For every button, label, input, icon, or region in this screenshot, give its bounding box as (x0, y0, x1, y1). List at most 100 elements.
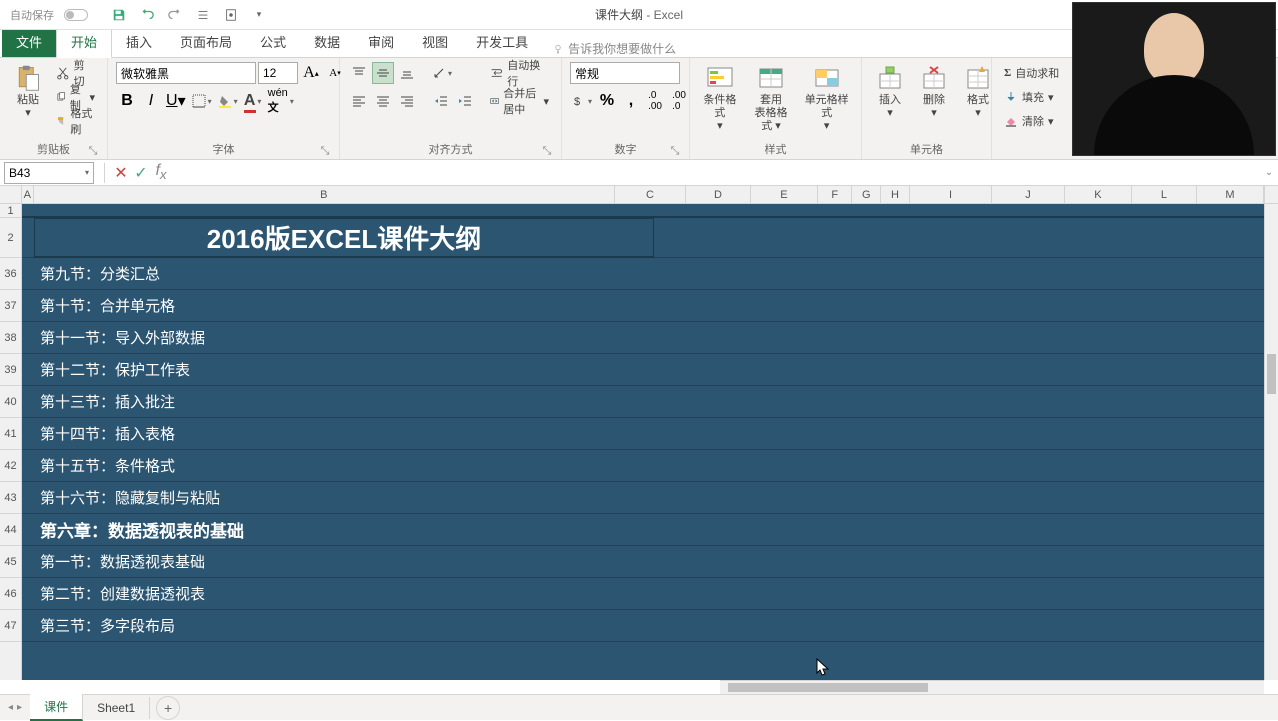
save-icon[interactable] (108, 4, 130, 26)
tab-review[interactable]: 审阅 (354, 26, 408, 57)
bold-button[interactable]: B (116, 90, 138, 112)
outline-row[interactable]: 第十节：合并单元格 (22, 290, 1264, 322)
cell-row[interactable] (22, 204, 1264, 218)
tab-pagelayout[interactable]: 页面布局 (166, 26, 246, 57)
increase-indent-icon[interactable] (454, 90, 476, 112)
col-header-B[interactable]: B (34, 186, 616, 203)
row-header-40[interactable]: 40 (0, 386, 21, 418)
font-name-select[interactable] (116, 62, 256, 84)
row-header-41[interactable]: 41 (0, 418, 21, 450)
outline-row[interactable]: 第二节：创建数据透视表 (22, 578, 1264, 610)
decrease-indent-icon[interactable] (430, 90, 452, 112)
col-header-A[interactable]: A (22, 186, 34, 203)
sheet-tab-2[interactable]: Sheet1 (83, 697, 150, 719)
tab-formulas[interactable]: 公式 (246, 26, 300, 57)
row-header-1[interactable]: 1 (0, 204, 21, 218)
outline-row[interactable]: 第十一节：导入外部数据 (22, 322, 1264, 354)
merge-center-button[interactable]: 合并后居中 ▾ (486, 90, 553, 112)
row-header-46[interactable]: 46 (0, 578, 21, 610)
name-box[interactable]: B43 (4, 162, 94, 184)
col-header-E[interactable]: E (751, 186, 818, 203)
confirm-icon[interactable]: ✓ (131, 163, 151, 183)
align-bottom-icon[interactable] (396, 62, 418, 84)
qat-list-icon[interactable] (192, 4, 214, 26)
col-header-H[interactable]: H (881, 186, 910, 203)
col-header-D[interactable]: D (686, 186, 751, 203)
orientation-icon[interactable] (430, 62, 454, 84)
sheet-nav-arrows[interactable]: ◂▸ (0, 702, 30, 713)
outline-row[interactable]: 第十四节：插入表格 (22, 418, 1264, 450)
paste-button[interactable]: 粘贴▾ (8, 62, 48, 122)
conditional-format-button[interactable]: 条件格式▾ (698, 62, 742, 136)
cells-grid[interactable]: 2016版EXCEL课件大纲 第九节：分类汇总第十节：合并单元格第十一节：导入外… (22, 204, 1264, 680)
horizontal-scrollbar[interactable] (720, 680, 1264, 694)
col-header-I[interactable]: I (910, 186, 992, 203)
align-center-icon[interactable] (372, 90, 394, 112)
column-headers[interactable]: ABCDEFGHIJKLM (22, 186, 1264, 204)
outline-row[interactable]: 第一节：数据透视表基础 (22, 546, 1264, 578)
col-header-F[interactable]: F (818, 186, 852, 203)
col-header-K[interactable]: K (1065, 186, 1132, 203)
align-middle-icon[interactable] (372, 62, 394, 84)
row-header-47[interactable]: 47 (0, 610, 21, 642)
outline-row[interactable]: 第十三节：插入批注 (22, 386, 1264, 418)
format-painter-button[interactable]: 格式刷 (52, 110, 99, 132)
select-all-triangle[interactable] (0, 186, 22, 204)
row-header-43[interactable]: 43 (0, 482, 21, 514)
tab-insert[interactable]: 插入 (112, 26, 166, 57)
italic-button[interactable]: I (140, 90, 162, 112)
outline-row[interactable]: 第十五节：条件格式 (22, 450, 1264, 482)
outline-title-cell[interactable]: 2016版EXCEL课件大纲 (34, 218, 654, 258)
qat-customize-icon[interactable]: ▾ (248, 4, 270, 26)
outline-row[interactable]: 第六章：数据透视表的基础 (22, 514, 1264, 546)
fx-icon[interactable]: fx (151, 163, 171, 183)
font-size-select[interactable] (258, 62, 298, 84)
font-color-button[interactable]: A (242, 90, 264, 112)
col-header-J[interactable]: J (992, 186, 1065, 203)
percent-icon[interactable]: % (596, 90, 618, 112)
split-handle[interactable] (1264, 186, 1278, 204)
cancel-icon[interactable]: ✕ (111, 163, 131, 183)
clipboard-launcher-icon[interactable]: ⤡ (87, 145, 99, 157)
expand-formula-icon[interactable]: ⌄ (1260, 167, 1278, 178)
number-format-select[interactable] (570, 62, 680, 84)
align-right-icon[interactable] (396, 90, 418, 112)
col-header-C[interactable]: C (615, 186, 686, 203)
row-header-2[interactable]: 2 (0, 218, 21, 258)
increase-font-icon[interactable]: A▴ (300, 62, 322, 84)
vertical-scrollbar[interactable] (1264, 204, 1278, 680)
currency-icon[interactable]: $ (570, 90, 594, 112)
cell-styles-button[interactable]: 单元格样式▾ (800, 62, 853, 136)
row-header-44[interactable]: 44 (0, 514, 21, 546)
sheet-tab-1[interactable]: 课件 (30, 694, 83, 721)
outline-row[interactable]: 第十六节：隐藏复制与粘贴 (22, 482, 1264, 514)
cell-row[interactable]: 2016版EXCEL课件大纲 (22, 218, 1264, 258)
row-header-42[interactable]: 42 (0, 450, 21, 482)
tab-data[interactable]: 数据 (300, 26, 354, 57)
insert-cells-button[interactable]: 插入▾ (870, 62, 910, 122)
row-header-39[interactable]: 39 (0, 354, 21, 386)
delete-cells-button[interactable]: 删除▾ (914, 62, 954, 122)
decrease-decimal-icon[interactable]: .00.0 (668, 90, 690, 112)
tab-developer[interactable]: 开发工具 (462, 26, 542, 57)
redo-icon[interactable] (164, 4, 186, 26)
format-table-button[interactable]: 套用 表格格式 ▾ (746, 62, 797, 136)
formula-input[interactable] (171, 162, 1260, 184)
phonetic-button[interactable]: wén文 (266, 90, 296, 112)
col-header-G[interactable]: G (852, 186, 881, 203)
wrap-text-button[interactable]: 自动换行 (486, 62, 553, 84)
row-headers[interactable]: 12363738394041424344454647 (0, 204, 22, 680)
tell-me-search[interactable]: 告诉我你想要做什么 (552, 40, 676, 57)
tab-file[interactable]: 文件 (2, 26, 56, 57)
row-header-38[interactable]: 38 (0, 322, 21, 354)
row-header-37[interactable]: 37 (0, 290, 21, 322)
outline-row[interactable]: 第十二节：保护工作表 (22, 354, 1264, 386)
alignment-launcher-icon[interactable]: ⤡ (541, 145, 553, 157)
row-header-36[interactable]: 36 (0, 258, 21, 290)
border-button[interactable] (190, 90, 214, 112)
fill-color-button[interactable] (216, 90, 240, 112)
autosave-toggle[interactable]: 自动保存 (6, 5, 58, 25)
outline-row[interactable]: 第九节：分类汇总 (22, 258, 1264, 290)
align-top-icon[interactable] (348, 62, 370, 84)
tab-view[interactable]: 视图 (408, 26, 462, 57)
